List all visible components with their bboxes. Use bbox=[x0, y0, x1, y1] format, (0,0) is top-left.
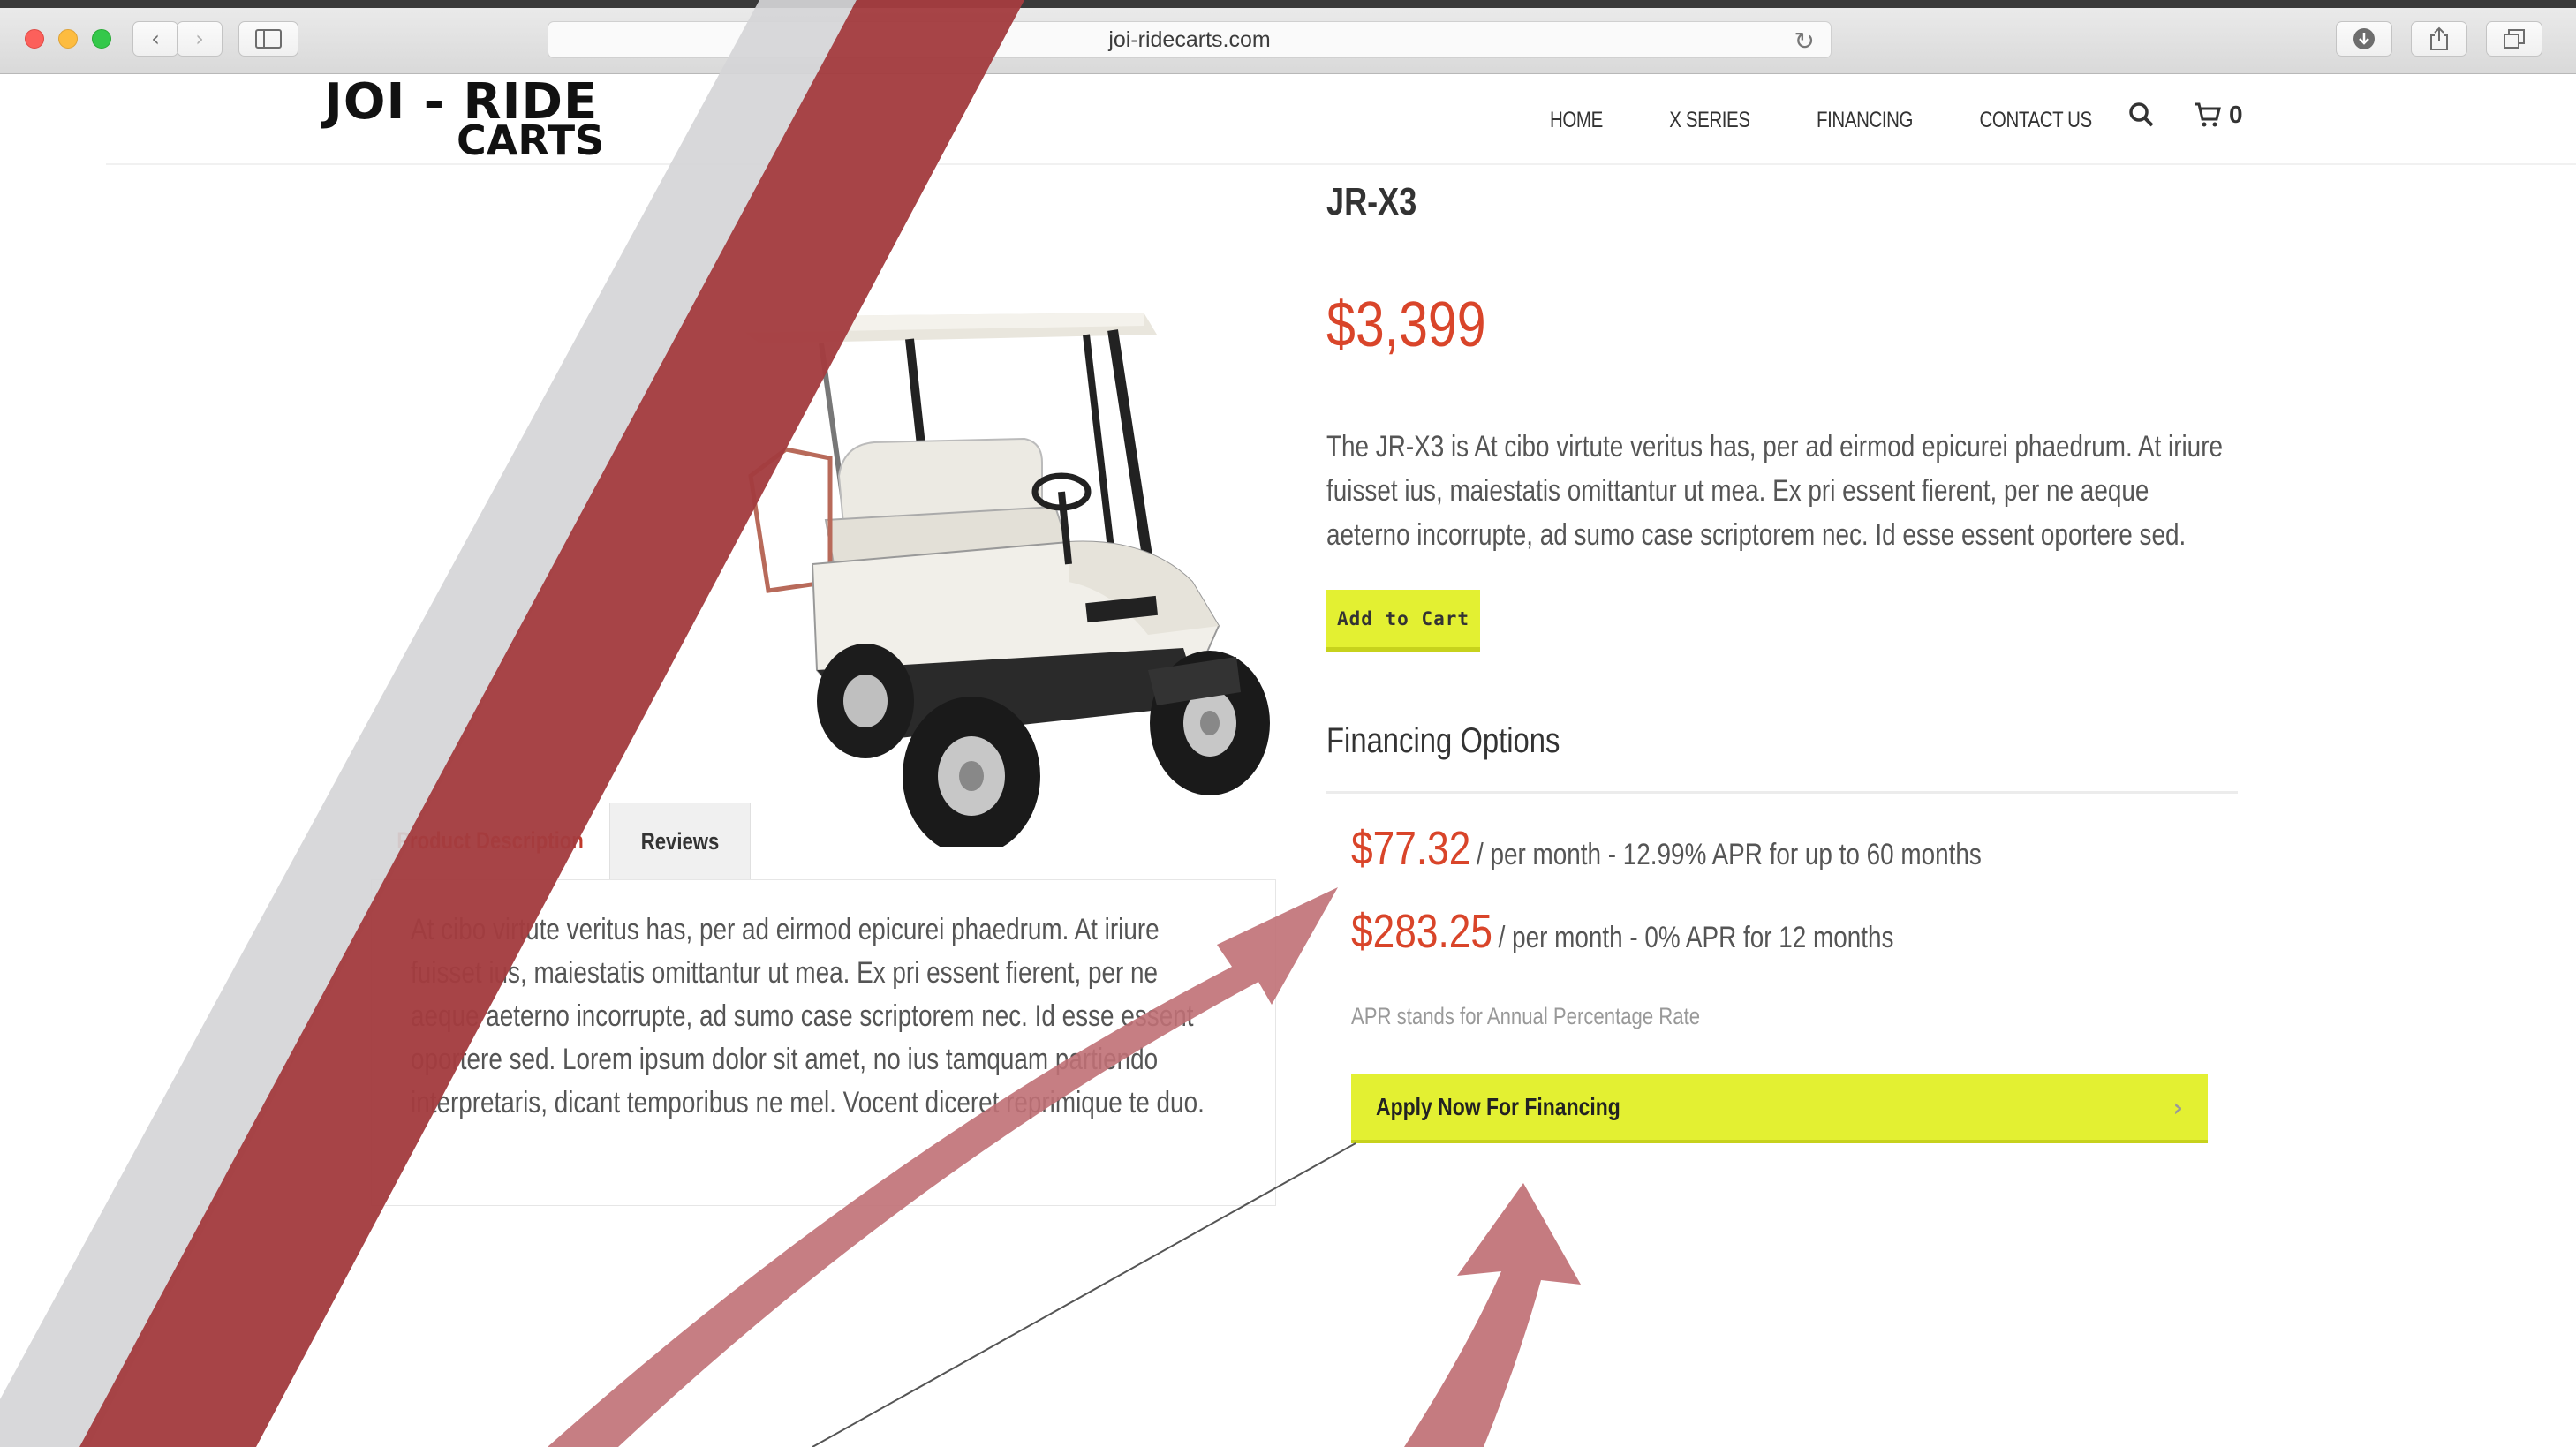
zoom-window-button[interactable] bbox=[92, 29, 111, 49]
golf-cart-image bbox=[724, 313, 1270, 847]
product-tabs: Product Description Reviews bbox=[371, 803, 751, 879]
tab-reviews[interactable]: Reviews bbox=[609, 803, 751, 879]
webpage: JOI - RIDE CARTS HOME X SERIES FINANCING… bbox=[0, 74, 2576, 1447]
cart-button[interactable]: 0 bbox=[2194, 101, 2243, 129]
header-divider bbox=[106, 163, 2576, 165]
apply-for-financing-button[interactable]: Apply Now For Financing › bbox=[1351, 1074, 2208, 1143]
download-button[interactable] bbox=[2336, 21, 2392, 57]
chevron-left-icon: ‹ bbox=[151, 26, 160, 51]
financing-amount: $283.25 bbox=[1351, 905, 1493, 958]
product-title: JR-X3 bbox=[1326, 180, 1417, 223]
site-logo[interactable]: JOI - RIDE CARTS bbox=[324, 74, 607, 171]
logo-line-2: CARTS bbox=[457, 117, 605, 164]
nav-item-financing[interactable]: FINANCING bbox=[1817, 108, 1913, 133]
financing-amount: $77.32 bbox=[1351, 822, 1471, 875]
nav-icons: 0 bbox=[2128, 101, 2243, 129]
tabs-button[interactable] bbox=[2486, 21, 2542, 57]
tab-panel-text: At cibo virtute veritus has, per ad eirm… bbox=[411, 913, 1205, 1119]
minimize-window-button[interactable] bbox=[58, 29, 78, 49]
tab-reviews-label: Reviews bbox=[640, 827, 720, 855]
financing-terms: / per month - 0% APR for 12 months bbox=[1498, 921, 1894, 954]
sidebar-button[interactable] bbox=[238, 21, 298, 57]
add-to-cart-label: Add to Cart bbox=[1336, 607, 1470, 629]
financing-divider bbox=[1326, 791, 2238, 794]
chevron-right-icon: › bbox=[195, 26, 204, 51]
url-text: joi-ridecarts.com bbox=[1108, 26, 1271, 52]
nav-item-home[interactable]: HOME bbox=[1550, 108, 1603, 133]
financing-option: $283.25 / per month - 0% APR for 12 mont… bbox=[1351, 904, 1893, 959]
download-icon bbox=[2353, 28, 2375, 49]
close-window-button[interactable] bbox=[25, 29, 44, 49]
apply-for-financing-label: Apply Now For Financing bbox=[1376, 1093, 1620, 1120]
apr-note: APR stands for Annual Percentage Rate bbox=[1351, 1003, 1701, 1029]
browser-toolbar: ‹ › joi-ridecarts.com ↻ bbox=[0, 0, 2576, 74]
forward-button[interactable]: › bbox=[177, 21, 223, 57]
product-description: The JR-X3 is At cibo virtute veritus has… bbox=[1326, 430, 2223, 552]
nav-item-contact-us[interactable]: CONTACT US bbox=[1980, 108, 2093, 133]
product-price: $3,399 bbox=[1326, 290, 1486, 360]
main-navigation: HOME X SERIES FINANCING CONTACT US bbox=[1550, 108, 2158, 133]
address-bar[interactable]: joi-ridecarts.com ↻ bbox=[548, 21, 1832, 58]
chevron-right-icon: › bbox=[2172, 1092, 2183, 1122]
financing-terms: / per month - 12.99% APR for up to 60 mo… bbox=[1477, 838, 1982, 871]
sidebar-icon bbox=[255, 29, 282, 49]
share-icon bbox=[2430, 26, 2448, 50]
shopping-cart-icon bbox=[2195, 102, 2221, 127]
cart-count: 0 bbox=[2229, 101, 2243, 128]
add-to-cart-button[interactable]: Add to Cart bbox=[1326, 590, 1480, 652]
tab-product-description-label: Product Description bbox=[397, 827, 584, 854]
financing-title: Financing Options bbox=[1326, 721, 1560, 760]
window-top-edge bbox=[0, 0, 2576, 8]
tab-product-description[interactable]: Product Description bbox=[371, 803, 609, 879]
reload-icon[interactable]: ↻ bbox=[1794, 26, 1815, 56]
share-button[interactable] bbox=[2411, 21, 2467, 57]
tabs-icon bbox=[2504, 29, 2525, 49]
financing-option: $77.32 / per month - 12.99% APR for up t… bbox=[1351, 821, 1982, 876]
search-icon[interactable] bbox=[2128, 102, 2155, 128]
back-button[interactable]: ‹ bbox=[132, 21, 178, 57]
nav-item-x-series[interactable]: X SERIES bbox=[1669, 108, 1750, 133]
